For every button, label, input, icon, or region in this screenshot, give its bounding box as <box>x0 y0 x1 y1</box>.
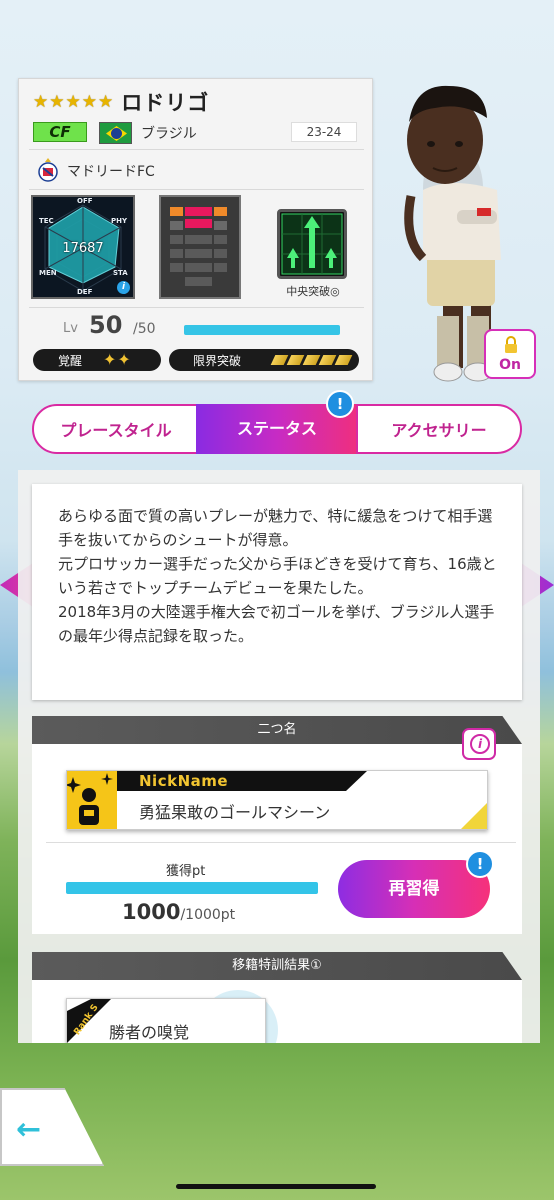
level-progress-bar <box>184 325 340 335</box>
position-cell <box>185 235 212 244</box>
season-label: 23-24 <box>291 122 357 142</box>
radar-label-def: DEF <box>77 288 93 296</box>
radar-label-men: MEN <box>39 269 57 277</box>
position-cell <box>170 207 183 216</box>
divider <box>46 842 516 843</box>
position-cell <box>170 235 183 244</box>
radar-label-tec: TEC <box>39 217 54 225</box>
nickname-card: NickName 勇猛果敢のゴールマシーン <box>66 770 488 830</box>
level-max: /50 <box>133 321 156 337</box>
limit-break-segment <box>302 355 321 365</box>
level-label: Lv <box>63 321 78 336</box>
divider <box>29 149 364 150</box>
position-cell <box>214 263 227 272</box>
position-cell <box>170 249 183 258</box>
position-cell <box>214 207 227 216</box>
limit-break-segment <box>318 355 337 365</box>
star-icon: ★ <box>33 91 49 112</box>
awaken-badge: 覚醒 ✦✦ <box>33 349 161 371</box>
skill-name: 勝者の嗅覚 <box>109 1023 190 1042</box>
total-ability-value: 17687 <box>62 241 104 256</box>
skill-card[interactable]: Rank S 勝者の嗅覚 <box>66 998 266 1043</box>
points-unit: /1000pt <box>180 907 236 923</box>
tab-accessory[interactable]: アクセサリー <box>356 404 522 454</box>
limit-break-segment <box>334 355 353 365</box>
position-cell <box>214 221 227 230</box>
sparkle-icon: ✦✦ <box>103 350 132 369</box>
radar-label-phy: PHY <box>111 217 128 225</box>
club-emblem-icon <box>38 158 58 182</box>
back-button[interactable]: ← <box>0 1088 104 1166</box>
status-content-panel[interactable]: あらゆる面で質の高いプレーが魅力で、特に緩急をつけて相手選手を抜いてからのシュー… <box>18 470 540 1043</box>
notification-badge: ! <box>466 850 494 878</box>
info-icon[interactable]: i <box>117 281 130 294</box>
nickname-person-icon <box>67 771 117 829</box>
player-description: あらゆる面で質の高いプレーが魅力で、特に緩急をつけて相手選手を抜いてからのシュー… <box>58 507 497 645</box>
club-name: マドリードFC <box>67 164 155 180</box>
limit-break-label: 限界突破 <box>193 354 242 368</box>
nickname-title: 勇猛果敢のゴールマシーン <box>139 803 331 822</box>
star-icon: ★ <box>81 91 97 112</box>
rarity-stars: ★ ★ ★ ★ ★ <box>33 91 114 112</box>
position-map <box>159 195 241 299</box>
divider <box>29 307 364 308</box>
awaken-label: 覚醒 <box>58 354 83 368</box>
lock-icon <box>505 336 517 353</box>
playstyle-label: 中央突破◎ <box>286 285 340 298</box>
card-corner-decoration <box>461 803 487 829</box>
points-current: 1000 <box>122 900 181 924</box>
radar-label-off: OFF <box>77 197 93 205</box>
nickname-card-label: NickName <box>139 772 229 790</box>
player-card: ★ ★ ★ ★ ★ ロドリゴ CF ブラジル 23-24 マドリードFC OFF… <box>18 78 373 381</box>
country-name: ブラジル <box>141 126 197 142</box>
central-breakthrough-icon <box>277 209 347 279</box>
points-label: 獲得pt <box>166 864 206 879</box>
lock-toggle-button[interactable]: On <box>484 329 536 379</box>
name-row: ★ ★ ★ ★ ★ ロドリゴ <box>33 85 209 119</box>
star-icon: ★ <box>98 91 114 112</box>
position-cell <box>185 249 212 258</box>
star-icon: ★ <box>49 91 65 112</box>
home-indicator[interactable] <box>176 1184 376 1189</box>
player-description-box: あらゆる面で質の高いプレーが魅力で、特に緩急をつけて相手選手を抜いてからのシュー… <box>32 484 522 700</box>
nickname-info-button[interactable]: i <box>462 728 496 760</box>
transfer-section-header: 移籍特訓結果① <box>32 952 522 980</box>
limit-break-segment <box>270 355 289 365</box>
position-cell <box>214 249 227 258</box>
divider <box>29 189 364 190</box>
position-cell-active <box>185 207 212 216</box>
position-badge: CF <box>33 122 87 142</box>
position-cell <box>214 235 227 244</box>
nickname-section-header: 二つ名 <box>32 716 522 744</box>
star-icon: ★ <box>65 91 81 112</box>
limit-break-badge: 限界突破 <box>169 349 359 371</box>
brazil-flag-icon <box>99 122 132 144</box>
level-value: 50 <box>89 311 123 339</box>
points-progress-bar <box>66 882 318 894</box>
ability-radar[interactable]: OFF TEC PHY MEN STA DEF 17687 i <box>31 195 135 299</box>
notification-badge: ! <box>326 390 354 418</box>
limit-break-segment <box>286 355 305 365</box>
info-icon: i <box>470 734 490 754</box>
position-cell <box>170 221 183 230</box>
points-value: 1000/1000pt <box>122 900 235 924</box>
lock-label: On <box>499 357 521 373</box>
position-cell <box>185 263 212 272</box>
tab-playstyle[interactable]: プレースタイル <box>32 404 200 454</box>
radar-label-sta: STA <box>113 269 128 277</box>
position-cell <box>170 263 183 272</box>
back-arrow-icon: ← <box>16 1112 42 1147</box>
player-name: ロドリゴ <box>121 91 210 115</box>
position-cell <box>185 277 212 286</box>
position-cell-active <box>185 219 212 228</box>
